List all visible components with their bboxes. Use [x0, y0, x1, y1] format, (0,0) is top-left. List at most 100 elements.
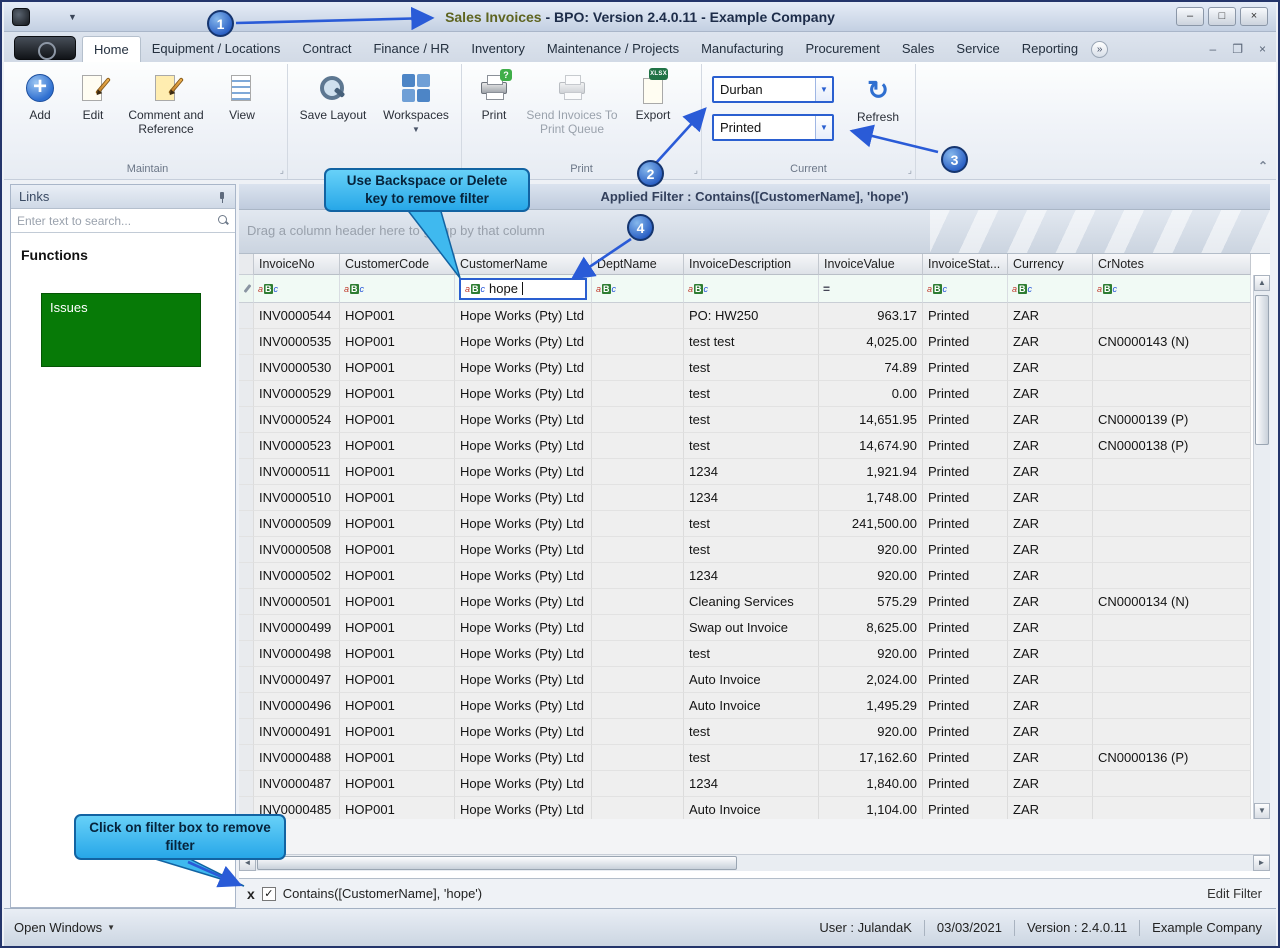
table-row[interactable]: INV0000524 HOP001 Hope Works (Pty) Ltd test…: [239, 407, 1251, 433]
table-row[interactable]: INV0000509 HOP001 Hope Works (Pty) Ltd test…: [239, 511, 1251, 537]
dialog-launcher-icon[interactable]: ⌟: [694, 165, 698, 176]
table-row[interactable]: INV0000501 HOP001 Hope Works (Pty) Ltd Clea…: [239, 589, 1251, 615]
edit-filter-button[interactable]: Edit Filter: [1207, 886, 1262, 901]
maximize-button[interactable]: □: [1208, 7, 1236, 26]
filter-cell-invoiceno[interactable]: aBc: [254, 275, 340, 303]
table-row[interactable]: INV0000530 HOP001 Hope Works (Pty) Ltd test…: [239, 355, 1251, 381]
column-header-currency[interactable]: Currency: [1008, 254, 1093, 275]
filter-cell-customercode[interactable]: aBc: [340, 275, 455, 303]
table-row[interactable]: INV0000498 HOP001 Hope Works (Pty) Ltd test…: [239, 641, 1251, 667]
print-button[interactable]: ? Print: [468, 69, 520, 123]
filter-expression-label[interactable]: Contains([CustomerName], 'hope'): [283, 886, 482, 901]
tab-procurement[interactable]: Procurement: [794, 36, 890, 62]
tab-contract[interactable]: Contract: [291, 36, 362, 62]
tab-service[interactable]: Service: [945, 36, 1010, 62]
table-row[interactable]: INV0000496 HOP001 Hope Works (Pty) Ltd Auto…: [239, 693, 1251, 719]
filter-cell-customername[interactable]: a Bc hope: [455, 275, 592, 303]
workspaces-button[interactable]: Workspaces ▼: [376, 72, 456, 134]
filter-cell-deptname[interactable]: aBc: [592, 275, 684, 303]
table-row[interactable]: INV0000544 HOP001 Hope Works (Pty) Ltd PO: …: [239, 303, 1251, 329]
tab-sales[interactable]: Sales: [891, 36, 946, 62]
horizontal-scroll-thumb[interactable]: [257, 856, 737, 870]
dialog-launcher-icon[interactable]: ⌟: [280, 165, 284, 176]
table-row[interactable]: INV0000535 HOP001 Hope Works (Pty) Ltd test…: [239, 329, 1251, 355]
status-combobox-dropdown-icon[interactable]: ▼: [815, 116, 832, 139]
dialog-launcher-icon[interactable]: ⌟: [908, 165, 912, 176]
child-minimize-icon[interactable]: –: [1210, 42, 1217, 56]
app-logo[interactable]: [14, 36, 76, 60]
cell-currency: ZAR: [1008, 459, 1093, 485]
column-header-customercode[interactable]: CustomerCode: [340, 254, 455, 275]
cell-deptname: [592, 329, 684, 355]
minimize-button[interactable]: –: [1176, 7, 1204, 26]
filter-cell-invoicevalue[interactable]: =: [819, 275, 923, 303]
table-row[interactable]: INV0000491 HOP001 Hope Works (Pty) Ltd test…: [239, 719, 1251, 745]
pin-icon[interactable]: [217, 191, 227, 203]
tab-manufacturing[interactable]: Manufacturing: [690, 36, 794, 62]
scroll-right-icon[interactable]: ►: [1253, 855, 1270, 871]
table-row[interactable]: INV0000508 HOP001 Hope Works (Pty) Ltd test…: [239, 537, 1251, 563]
tab-finance-hr[interactable]: Finance / HR: [362, 36, 460, 62]
ribbon-collapse-icon[interactable]: ⌃: [1258, 159, 1268, 173]
table-row[interactable]: INV0000488 HOP001 Hope Works (Pty) Ltd test…: [239, 745, 1251, 771]
open-windows-button[interactable]: Open Windows ▼: [14, 920, 115, 935]
tab-maintenance-projects[interactable]: Maintenance / Projects: [536, 36, 690, 62]
table-row[interactable]: INV0000497 HOP001 Hope Works (Pty) Ltd Auto…: [239, 667, 1251, 693]
table-row[interactable]: INV0000510 HOP001 Hope Works (Pty) Ltd 1234…: [239, 485, 1251, 511]
cell-deptname: [592, 615, 684, 641]
tab-reporting[interactable]: Reporting: [1011, 36, 1089, 62]
view-button[interactable]: View: [216, 72, 268, 123]
tab-equipment-locations[interactable]: Equipment / Locations: [141, 36, 292, 62]
table-row[interactable]: INV0000485 HOP001 Hope Works (Pty) Ltd Auto…: [239, 797, 1251, 819]
export-button[interactable]: XLSX Export: [624, 68, 682, 123]
child-close-icon[interactable]: ×: [1259, 42, 1266, 56]
comment-reference-button[interactable]: Comment and Reference: [120, 72, 212, 137]
filter-close-button[interactable]: x: [247, 886, 255, 902]
tab-home[interactable]: Home: [82, 36, 141, 62]
table-row[interactable]: INV0000499 HOP001 Hope Works (Pty) Ltd Swap…: [239, 615, 1251, 641]
edit-button[interactable]: Edit: [70, 72, 116, 123]
column-header-invoiceno[interactable]: InvoiceNo: [254, 254, 340, 275]
sidebar-item-issues[interactable]: Issues: [41, 293, 201, 367]
invoice-grid-area: Applied Filter : Contains([CustomerName]…: [239, 184, 1270, 908]
column-header-invoicevalue[interactable]: InvoiceValue: [819, 254, 923, 275]
refresh-button[interactable]: ↻ Refresh: [848, 74, 908, 124]
tab-inventory[interactable]: Inventory: [460, 36, 535, 62]
tab-overflow-icon[interactable]: »: [1091, 41, 1109, 58]
sidebar-search-input[interactable]: Enter text to search...: [11, 209, 235, 233]
cell-invoiceno: INV0000496: [254, 693, 340, 719]
column-header-invoicestat[interactable]: InvoiceStat...: [923, 254, 1008, 275]
save-layout-button[interactable]: Save Layout: [294, 72, 372, 123]
filter-checkbox[interactable]: ✓: [261, 886, 276, 901]
status-combobox[interactable]: Printed ▼: [712, 114, 834, 141]
cell-invoicevalue: 1,921.94: [819, 459, 923, 485]
customer-name-filter-input[interactable]: a Bc hope: [459, 277, 587, 300]
add-button[interactable]: Add: [14, 72, 66, 123]
column-header-crnotes[interactable]: CrNotes: [1093, 254, 1251, 275]
vertical-scrollbar[interactable]: ▲ ▼: [1253, 275, 1270, 819]
table-row[interactable]: INV0000502 HOP001 Hope Works (Pty) Ltd 1234…: [239, 563, 1251, 589]
vertical-scroll-thumb[interactable]: [1255, 295, 1269, 445]
table-row[interactable]: INV0000529 HOP001 Hope Works (Pty) Ltd test…: [239, 381, 1251, 407]
table-row[interactable]: INV0000511 HOP001 Hope Works (Pty) Ltd 1234…: [239, 459, 1251, 485]
close-button[interactable]: ×: [1240, 7, 1268, 26]
scroll-down-icon[interactable]: ▼: [1254, 803, 1270, 819]
group-by-bar[interactable]: Drag a column header here to group by th…: [239, 210, 1270, 254]
filter-cell-currency[interactable]: aBc: [1008, 275, 1093, 303]
table-row[interactable]: INV0000487 HOP001 Hope Works (Pty) Ltd 1234…: [239, 771, 1251, 797]
cell-crnotes: [1093, 537, 1251, 563]
table-row[interactable]: INV0000523 HOP001 Hope Works (Pty) Ltd test…: [239, 433, 1251, 459]
site-combobox[interactable]: Durban ▼: [712, 76, 834, 103]
child-restore-icon[interactable]: ❐: [1232, 42, 1243, 56]
column-header-deptname[interactable]: DeptName: [592, 254, 684, 275]
column-header-customername[interactable]: CustomerName ▲: [455, 254, 592, 275]
site-combobox-dropdown-icon[interactable]: ▼: [815, 78, 832, 101]
cell-deptname: [592, 719, 684, 745]
horizontal-scrollbar[interactable]: ◄ ►: [239, 854, 1270, 871]
column-header-invoicedescription[interactable]: InvoiceDescription: [684, 254, 819, 275]
filter-cell-invoicestat[interactable]: aBc: [923, 275, 1008, 303]
scroll-up-icon[interactable]: ▲: [1254, 275, 1270, 291]
filter-cell-invoicedescription[interactable]: aBc: [684, 275, 819, 303]
send-invoices-print-queue-button[interactable]: Send Invoices To Print Queue: [524, 72, 620, 137]
filter-cell-crnotes[interactable]: aBc: [1093, 275, 1251, 303]
